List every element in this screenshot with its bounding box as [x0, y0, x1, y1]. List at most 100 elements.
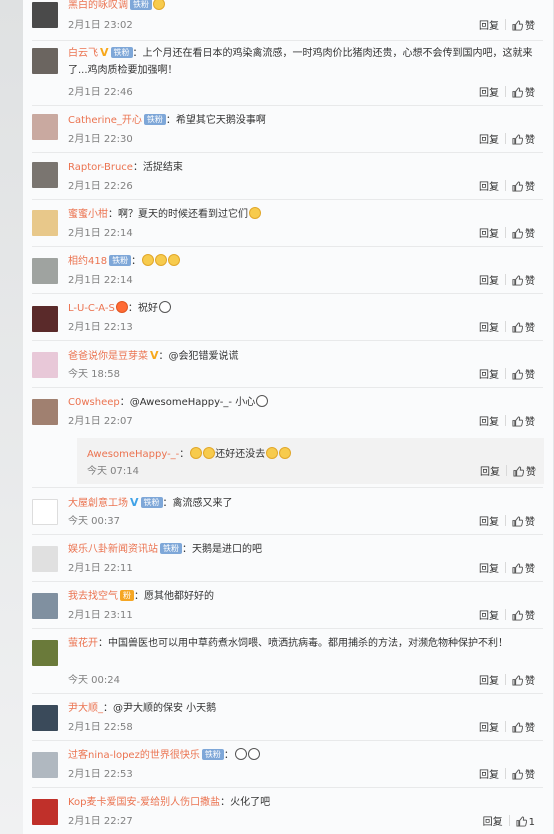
like-count[interactable]: 赞	[525, 676, 535, 687]
like-count[interactable]: 赞	[525, 323, 535, 334]
like-count[interactable]: 赞	[525, 276, 535, 287]
comment-author[interactable]: 娱乐八卦新闻资讯站	[68, 544, 158, 555]
comment-author[interactable]: 过客nina-lopez的世界很快乐	[68, 750, 200, 761]
emoji-icon	[266, 447, 279, 459]
comment-time: 今天 00:37	[68, 516, 120, 527]
like-icon[interactable]	[512, 275, 523, 286]
fan-badge[interactable]: 铁粉	[143, 114, 166, 125]
like-icon[interactable]	[512, 181, 523, 192]
divider	[505, 321, 506, 332]
comment-author[interactable]: 尹大顺_	[68, 703, 103, 714]
comment-text: ：@尹大顺的保安 小天鹅	[103, 703, 217, 714]
comment-author[interactable]: Catherine_开心	[68, 115, 142, 126]
reply-button[interactable]: 回复	[479, 181, 499, 195]
reply-button[interactable]: 回复	[479, 369, 499, 383]
comment-text: ：天鹅是进口的吧	[182, 544, 262, 555]
avatar[interactable]	[32, 752, 58, 778]
reply-button[interactable]: 回复	[483, 816, 503, 830]
like-count[interactable]: 赞	[525, 370, 535, 381]
avatar[interactable]	[32, 162, 58, 188]
avatar[interactable]	[32, 593, 58, 619]
like-icon[interactable]	[512, 20, 523, 31]
avatar[interactable]	[32, 210, 58, 236]
comment-author[interactable]: C0wsheep	[68, 397, 120, 408]
avatar[interactable]	[32, 2, 58, 28]
like-icon[interactable]	[512, 416, 523, 427]
like-count[interactable]: 赞	[526, 467, 536, 478]
reply-button[interactable]: 回复	[479, 675, 499, 689]
reply-button[interactable]: 回复	[479, 610, 499, 624]
reply-button[interactable]: 回复	[479, 134, 499, 148]
reply-button[interactable]: 回复	[479, 87, 499, 101]
like-icon[interactable]	[512, 675, 523, 686]
fan-badge[interactable]: 铁粉	[201, 749, 224, 760]
fan-badge[interactable]: 铁粉	[160, 543, 182, 554]
reply-button[interactable]: 回复	[479, 516, 499, 530]
avatar[interactable]	[32, 546, 58, 572]
like-icon[interactable]	[512, 369, 523, 380]
reply-button[interactable]: 回复	[479, 322, 499, 336]
like-icon[interactable]	[516, 816, 527, 827]
comment-author[interactable]: 萤花开	[68, 638, 98, 649]
like-icon[interactable]	[512, 87, 523, 98]
avatar[interactable]	[32, 114, 58, 140]
like-icon[interactable]	[513, 466, 524, 477]
avatar[interactable]	[32, 799, 58, 825]
reply-button[interactable]: 回复	[479, 722, 499, 736]
avatar[interactable]	[32, 258, 58, 284]
avatar[interactable]	[32, 399, 58, 425]
avatar[interactable]	[32, 499, 58, 525]
avatar[interactable]	[32, 352, 58, 378]
like-count[interactable]: 赞	[525, 564, 535, 575]
reply-button[interactable]: 回复	[479, 563, 499, 577]
comment-author[interactable]: AwesomeHappy-_-	[87, 449, 179, 460]
comment-author[interactable]: 黑白的咏叹调	[68, 0, 128, 11]
comment-author[interactable]: 蜜蜜小柑	[68, 209, 108, 220]
comment-author[interactable]: 相约418	[68, 256, 107, 267]
reply-button[interactable]: 回复	[479, 416, 499, 430]
like-icon[interactable]	[512, 228, 523, 239]
like-count[interactable]: 1	[529, 817, 535, 828]
fan-badge[interactable]: 铁粉	[110, 47, 133, 58]
emoji-icon	[256, 395, 269, 407]
like-count[interactable]: 赞	[525, 88, 535, 99]
reply-button[interactable]: 回复	[479, 275, 499, 289]
like-icon[interactable]	[512, 516, 523, 527]
comment-author[interactable]: L-U-C-A-S	[68, 303, 115, 314]
like-count[interactable]: 赞	[525, 723, 535, 734]
like-icon[interactable]	[512, 722, 523, 733]
fan-badge[interactable]: 铁粉	[130, 0, 152, 10]
comment-author[interactable]: 我去找空气	[68, 591, 118, 602]
like-icon[interactable]	[512, 322, 523, 333]
comment-item: Kop麦卡爱国安-爱给别人伤口撒盐：火化了吧 2月1日 22:27 回复 1	[32, 787, 543, 834]
like-count[interactable]: 赞	[525, 182, 535, 193]
comment-author[interactable]: 大屋創意工场	[68, 498, 128, 509]
reply-button[interactable]: 回复	[480, 466, 500, 480]
comment-author[interactable]: 白云飞	[68, 48, 98, 59]
fan-badge[interactable]: 铁粉	[140, 497, 163, 508]
like-count[interactable]: 赞	[525, 417, 535, 428]
fan-badge[interactable]: 粉	[120, 590, 134, 601]
like-count[interactable]: 赞	[525, 611, 535, 622]
like-icon[interactable]	[512, 610, 523, 621]
like-count[interactable]: 赞	[525, 135, 535, 146]
comment-author[interactable]: Raptor-Bruce	[68, 162, 133, 173]
like-count[interactable]: 赞	[525, 21, 535, 32]
avatar[interactable]	[32, 48, 58, 74]
like-icon[interactable]	[512, 769, 523, 780]
reply-button[interactable]: 回复	[479, 20, 499, 34]
page-background	[0, 0, 23, 834]
reply-button[interactable]: 回复	[479, 769, 499, 783]
like-count[interactable]: 赞	[525, 517, 535, 528]
like-count[interactable]: 赞	[525, 229, 535, 240]
like-icon[interactable]	[512, 563, 523, 574]
fan-badge[interactable]: 铁粉	[109, 255, 132, 266]
like-icon[interactable]	[512, 134, 523, 145]
comment-author[interactable]: 爸爸说你是豆芽菜	[68, 351, 148, 362]
like-count[interactable]: 赞	[525, 770, 535, 781]
avatar[interactable]	[32, 705, 58, 731]
reply-button[interactable]: 回复	[479, 228, 499, 242]
avatar[interactable]	[32, 640, 58, 666]
comment-author[interactable]: Kop麦卡爱国安-爱给别人伤口撒盐	[68, 797, 220, 808]
avatar[interactable]	[32, 306, 58, 332]
